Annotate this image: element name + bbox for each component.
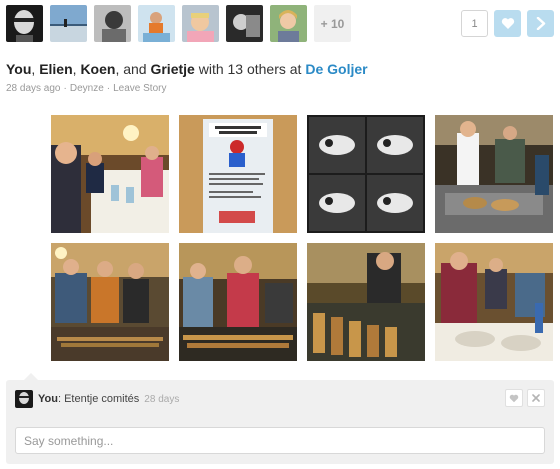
like-count: 1 (461, 10, 488, 37)
share-button[interactable] (527, 10, 554, 37)
avatar[interactable] (94, 5, 131, 42)
comment-text: Etentje comités (64, 393, 140, 405)
photo-thumbnail[interactable] (179, 243, 297, 361)
story-location[interactable]: Deynze (70, 83, 104, 94)
comment-section: You: Etentje comités 28 days (6, 373, 554, 464)
close-icon (532, 394, 540, 402)
photo-thumbnail[interactable] (51, 243, 169, 361)
avatar[interactable] (15, 390, 33, 408)
comment-delete-button[interactable] (527, 389, 545, 407)
with-others-text: with 13 others at (198, 61, 302, 77)
story-time: 28 days ago (6, 83, 61, 94)
photo-thumbnail[interactable] (307, 243, 425, 361)
story-meta: 28 days ago · Deynze · Leave Story (6, 83, 167, 94)
photo-thumbnail[interactable] (435, 115, 553, 233)
avatar[interactable] (6, 5, 43, 42)
photo-thumbnail[interactable] (179, 115, 297, 233)
avatar[interactable] (226, 5, 263, 42)
photo-thumbnail[interactable] (307, 115, 425, 233)
photo-thumbnail[interactable] (435, 243, 553, 361)
actor-link[interactable]: Elien (39, 61, 72, 77)
comment-author[interactable]: You (38, 393, 58, 405)
avatar[interactable] (138, 5, 175, 42)
comment-input[interactable] (15, 427, 545, 454)
avatar[interactable] (182, 5, 219, 42)
comment-like-button[interactable] (505, 389, 523, 407)
avatar[interactable] (270, 5, 307, 42)
story-actions: 1 (461, 10, 554, 37)
and-text: and (123, 61, 147, 77)
actor-link[interactable]: Koen (80, 61, 115, 77)
photo-grid (51, 115, 555, 361)
actor-link[interactable]: Grietje (150, 61, 194, 77)
photo-thumbnail[interactable] (51, 115, 169, 233)
comment: You: Etentje comités 28 days (15, 389, 545, 409)
comment-actions (505, 389, 545, 407)
more-participants-count[interactable]: + 10 (314, 5, 351, 42)
heart-icon (501, 18, 514, 29)
avatar[interactable] (50, 5, 87, 42)
participant-avatars: + 10 (6, 5, 351, 42)
leave-story-link[interactable]: Leave Story (113, 83, 166, 94)
actor-link[interactable]: You (6, 61, 31, 77)
like-button[interactable] (494, 10, 521, 37)
comment-time: 28 days (144, 393, 180, 405)
place-link[interactable]: De Goljer (305, 61, 367, 77)
chevron-right-icon (536, 17, 545, 30)
story-headline: You, Elien, Koen, and Grietje with 13 ot… (6, 61, 368, 77)
heart-icon (509, 394, 519, 402)
